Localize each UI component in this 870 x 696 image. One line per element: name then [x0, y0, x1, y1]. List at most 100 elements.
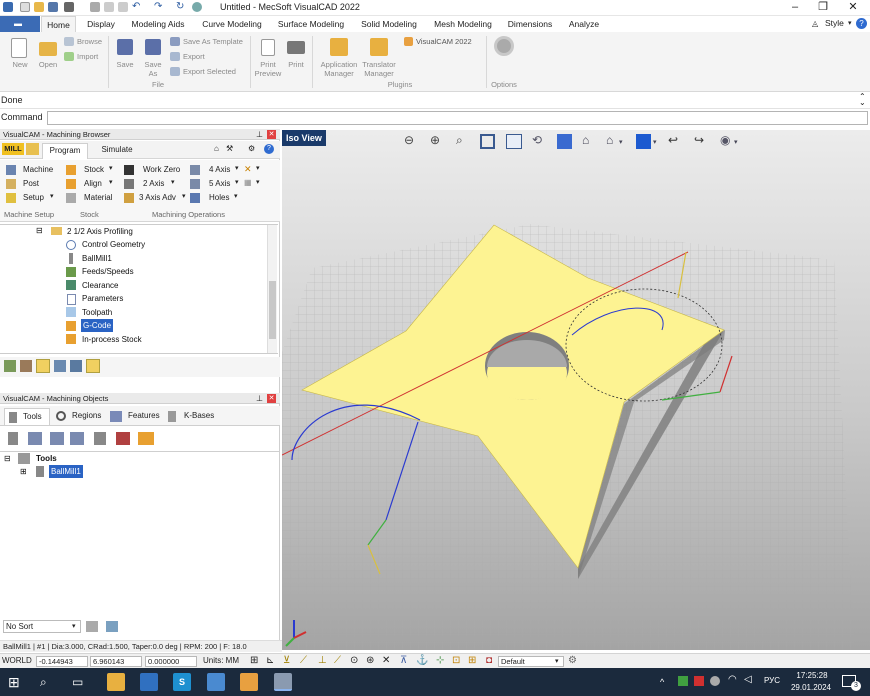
perp-snap-icon[interactable]: ⊼ [400, 655, 407, 666]
snap-icon[interactable]: ⊻ [283, 655, 290, 666]
close-panel-button[interactable]: ✕ [267, 394, 276, 403]
tree-item-parameters[interactable]: Parameters [82, 292, 123, 306]
tree-item-ballmill[interactable]: BallMill1 [82, 252, 112, 266]
app-menu-icon[interactable] [3, 2, 13, 12]
mill-button[interactable]: MILL [2, 143, 24, 155]
ortho-icon[interactable]: ⊾ [266, 655, 274, 666]
tree-expand-icon[interactable]: ⊞ [20, 465, 27, 479]
import-button[interactable]: Import [64, 51, 106, 63]
scrollbar-thumb[interactable] [269, 281, 276, 339]
tab-curve-modeling[interactable]: Curve Modeling [198, 16, 266, 32]
tree-item-gcode[interactable]: G-Code [81, 319, 114, 332]
volume-icon[interactable]: ◁ [744, 674, 752, 685]
help-icon[interactable] [192, 2, 202, 12]
zoom-window-icon[interactable]: ⌕ [456, 133, 463, 148]
op-icon-2[interactable] [20, 360, 32, 372]
near-snap-icon[interactable]: ⚓ [416, 655, 428, 666]
four-axis-button[interactable]: 4 Axis ▾ [190, 164, 242, 177]
clock-time[interactable]: 17:25:28 [790, 671, 834, 680]
export-selected-button[interactable]: Export Selected [170, 66, 250, 78]
tree-item-toolpath[interactable]: Toolpath [82, 306, 112, 320]
tab-home[interactable]: Home [41, 16, 76, 32]
save-as-button[interactable]: Save As [140, 36, 166, 86]
tree-expand-icon[interactable]: ⊟ [36, 224, 43, 238]
tab-tools[interactable]: Tools [4, 408, 50, 425]
tree-item-clearance[interactable]: Clearance [82, 279, 118, 293]
tree-item-feeds-speeds[interactable]: Feeds/Speeds [82, 265, 134, 279]
search-icon[interactable]: ⌕ [40, 673, 58, 691]
intersect-snap-icon[interactable]: ✕ [382, 655, 390, 666]
tool-type-icon-6[interactable] [116, 432, 130, 445]
tree-collapse-icon[interactable]: ⊟ [4, 452, 11, 466]
copy-icon[interactable] [104, 2, 114, 12]
paste-icon[interactable] [118, 2, 128, 12]
task-view-icon[interactable]: ▭ [72, 673, 90, 691]
tab-modeling-aids[interactable]: Modeling Aids [127, 16, 189, 32]
camera-icon[interactable]: ◉ [720, 133, 730, 147]
op-icon-3[interactable] [36, 359, 50, 373]
save-as-template-button[interactable]: Save As Template [170, 36, 250, 48]
windows-start-icon[interactable]: ⊞ [8, 673, 26, 691]
tab-dimensions[interactable]: Dimensions [504, 16, 556, 32]
print-button[interactable]: Print [283, 36, 309, 80]
view-plane-icon[interactable] [557, 134, 572, 149]
work-zero-button[interactable]: Work Zero [124, 164, 186, 177]
tab-kbases[interactable]: K-Bases [166, 408, 216, 425]
zoom-out-icon[interactable]: ⊖ [404, 133, 414, 147]
rotate-icon[interactable]: ⟲ [532, 133, 542, 147]
help-icon[interactable]: ? [264, 144, 274, 154]
dropdown-icon[interactable]: ▾ [653, 138, 657, 146]
sort-select[interactable]: No Sort ▾ [3, 620, 81, 633]
close-button[interactable]: ✕ [838, 0, 868, 16]
tab-analyze[interactable]: Analyze [562, 16, 606, 32]
skype-icon[interactable]: S [173, 673, 191, 691]
tool-type-icon-2[interactable] [28, 432, 42, 445]
minimize-button[interactable]: – [780, 0, 810, 16]
home-view-icon[interactable]: ⌂ [606, 133, 613, 147]
layer-color-icon[interactable]: ◘ [486, 655, 492, 666]
tool-type-icon-1[interactable] [8, 432, 18, 445]
stock-button[interactable]: Stock ▾ [66, 164, 118, 177]
pin-icon[interactable]: ⊥ [256, 394, 263, 403]
tree-item-control-geometry[interactable]: Control Geometry [82, 238, 145, 252]
zoom-in-icon[interactable]: ⊕ [430, 133, 440, 147]
repeat-icon[interactable]: ↻ [176, 1, 184, 12]
visualcad-taskbar-icon[interactable] [274, 673, 292, 691]
new-file-icon[interactable] [20, 2, 30, 12]
tree-item-in-process-stock[interactable]: In-process Stock [82, 333, 142, 347]
coord-mode[interactable]: WORLD [2, 656, 32, 665]
point-snap-icon[interactable]: ⊹ [436, 655, 444, 666]
tray-app-icon-3[interactable] [710, 676, 720, 686]
center-snap-icon[interactable]: ⊙ [350, 655, 358, 666]
palette-icon[interactable]: ◬ [812, 19, 818, 28]
settings-gear-icon[interactable]: ⚙ [568, 655, 577, 666]
store-icon[interactable] [140, 673, 158, 691]
viewport[interactable]: Iso View ⊖ ⊕ ⌕ ⟲ ⌂ ⌂ ▾ ▾ ↩ ↪ ◉ ▾ [282, 130, 870, 650]
tree-item-profiling[interactable]: 2 1/2 Axis Profiling [67, 225, 133, 239]
save-icon[interactable] [48, 2, 58, 12]
sort-order-icon[interactable] [86, 621, 98, 632]
mode-icon[interactable] [26, 143, 39, 155]
maximize-button[interactable]: ❐ [808, 0, 838, 16]
layer-icon[interactable]: ⊞ [468, 655, 476, 666]
language-indicator[interactable]: РУС [764, 676, 780, 685]
redo-view-icon[interactable]: ↪ [694, 133, 704, 147]
tray-app-icon-1[interactable] [678, 676, 688, 686]
grid-tool-icon[interactable]: ▦ ▾ [244, 178, 262, 191]
op-icon-6[interactable] [86, 359, 100, 373]
zoom-extents-icon[interactable] [480, 134, 495, 149]
align-button[interactable]: Align ▾ [66, 178, 118, 191]
tool-type-icon-5[interactable] [94, 432, 106, 445]
wifi-icon[interactable]: ◠ [728, 674, 737, 685]
holes-button[interactable]: Holes ▾ [190, 192, 242, 205]
machine-button[interactable]: Machine [5, 164, 63, 177]
style-dropdown-icon[interactable]: ▾ [848, 19, 852, 27]
save-button[interactable]: Save [112, 36, 138, 80]
style-menu[interactable]: Style [825, 18, 844, 28]
export-button[interactable]: Export [170, 51, 250, 63]
tool-type-icon-4[interactable] [70, 432, 84, 445]
plane-icon[interactable]: ⊡ [452, 655, 460, 666]
layer-select[interactable]: Default ▾ [498, 656, 564, 667]
material-button[interactable]: Material [66, 192, 118, 205]
dropdown-icon[interactable]: ▾ [619, 138, 623, 146]
